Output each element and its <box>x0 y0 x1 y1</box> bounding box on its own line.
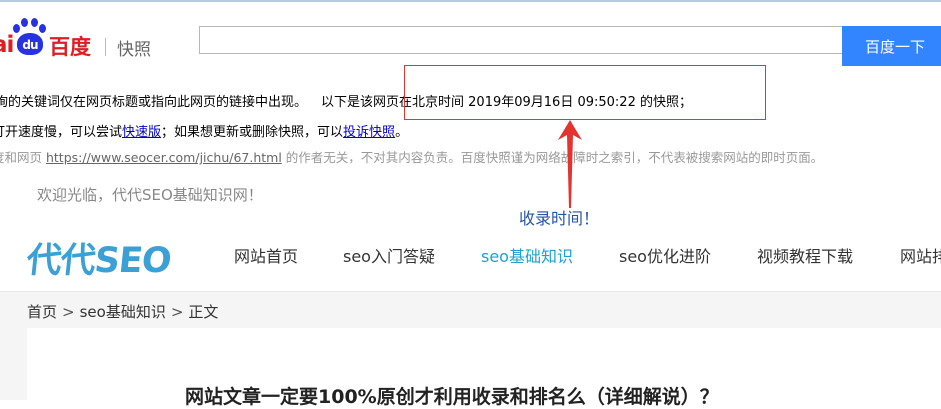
nav-item-video-download[interactable]: 视频教程下载 <box>757 243 853 267</box>
baidu-logo[interactable]: ai du 百度 快照 <box>0 16 175 60</box>
breadcrumb-current: 正文 <box>188 303 219 321</box>
disclaimer-prefix: 度和网页 <box>0 150 43 165</box>
notice-update-text: ；如果想更新或删除快照，可以 <box>161 125 344 140</box>
site-nav: 代代SEO 网站首页 seo入门答疑 seo基础知识 seo优化进阶 视频教程下… <box>0 210 941 292</box>
welcome-text: 欢迎光临，代代SEO基础知识网！ <box>37 186 263 204</box>
logo-name: 百度 <box>49 35 91 59</box>
nav-item-ranking[interactable]: 网站排名 <box>900 243 941 267</box>
notice-speed-text: 打开速度慢，可以尝试 <box>0 125 123 140</box>
search-input[interactable] <box>199 26 842 54</box>
logo-subtitle: 快照 <box>117 40 151 60</box>
logo-du-text: du <box>22 38 38 52</box>
breadcrumb-home[interactable]: 首页 <box>27 303 57 321</box>
snapshot-disclaimer: 度和网页 https://www.seocer.com/jichu/67.htm… <box>0 147 823 166</box>
nav-item-seo-basics[interactable]: seo基础知识 <box>481 243 573 267</box>
site-logo[interactable]: 代代SEO <box>24 232 173 283</box>
nav-item-home[interactable]: 网站首页 <box>234 243 298 267</box>
complain-snapshot-link[interactable]: 投诉快照 <box>343 125 395 140</box>
breadcrumb: 首页 > seo基础知识 > 正文 <box>27 301 218 322</box>
article-title: 网站文章一定要100%原创才利用收录和排名么（详细解说）？ <box>185 386 719 408</box>
breadcrumb-category[interactable]: seo基础知识 <box>80 303 166 321</box>
paw-icon: du <box>11 18 46 55</box>
disclaimer-suffix: 的作者无关，不对其内容负责。百度快照谨为网络故障时之索引，不代表被搜索网站的即时… <box>281 150 824 165</box>
snapshot-notice-line-2: 打开速度慢，可以尝试快速版；如果想更新或删除快照，可以投诉快照。 <box>0 121 408 140</box>
search-button[interactable]: 百度一下 <box>842 26 941 66</box>
article-card: 网站文章一定要100%原创才利用收录和排名么（详细解说）？ <box>27 328 941 408</box>
notice-keyword-text: 查询的关键词仅在网页标题或指向此网页的链接中出现。 <box>0 95 308 110</box>
breadcrumb-separator: > <box>62 303 75 321</box>
nav-item-seo-qa[interactable]: seo入门答疑 <box>343 243 435 267</box>
annotation-highlight-box <box>404 65 766 120</box>
content-area: 首页 > seo基础知识 > 正文 网站文章一定要100%原创才利用收录和排名么（详细解… <box>0 292 941 408</box>
source-url-link[interactable]: https://www.seocer.com/jichu/67.html <box>46 150 282 165</box>
nav-item-seo-advanced[interactable]: seo优化进阶 <box>619 243 711 267</box>
notice-end-text: 。 <box>395 125 409 140</box>
fast-version-link[interactable]: 快速版 <box>122 125 161 140</box>
site-topbar: 欢迎光临，代代SEO基础知识网！ <box>0 178 941 210</box>
logo-divider <box>105 38 106 56</box>
breadcrumb-separator: > <box>170 303 184 321</box>
